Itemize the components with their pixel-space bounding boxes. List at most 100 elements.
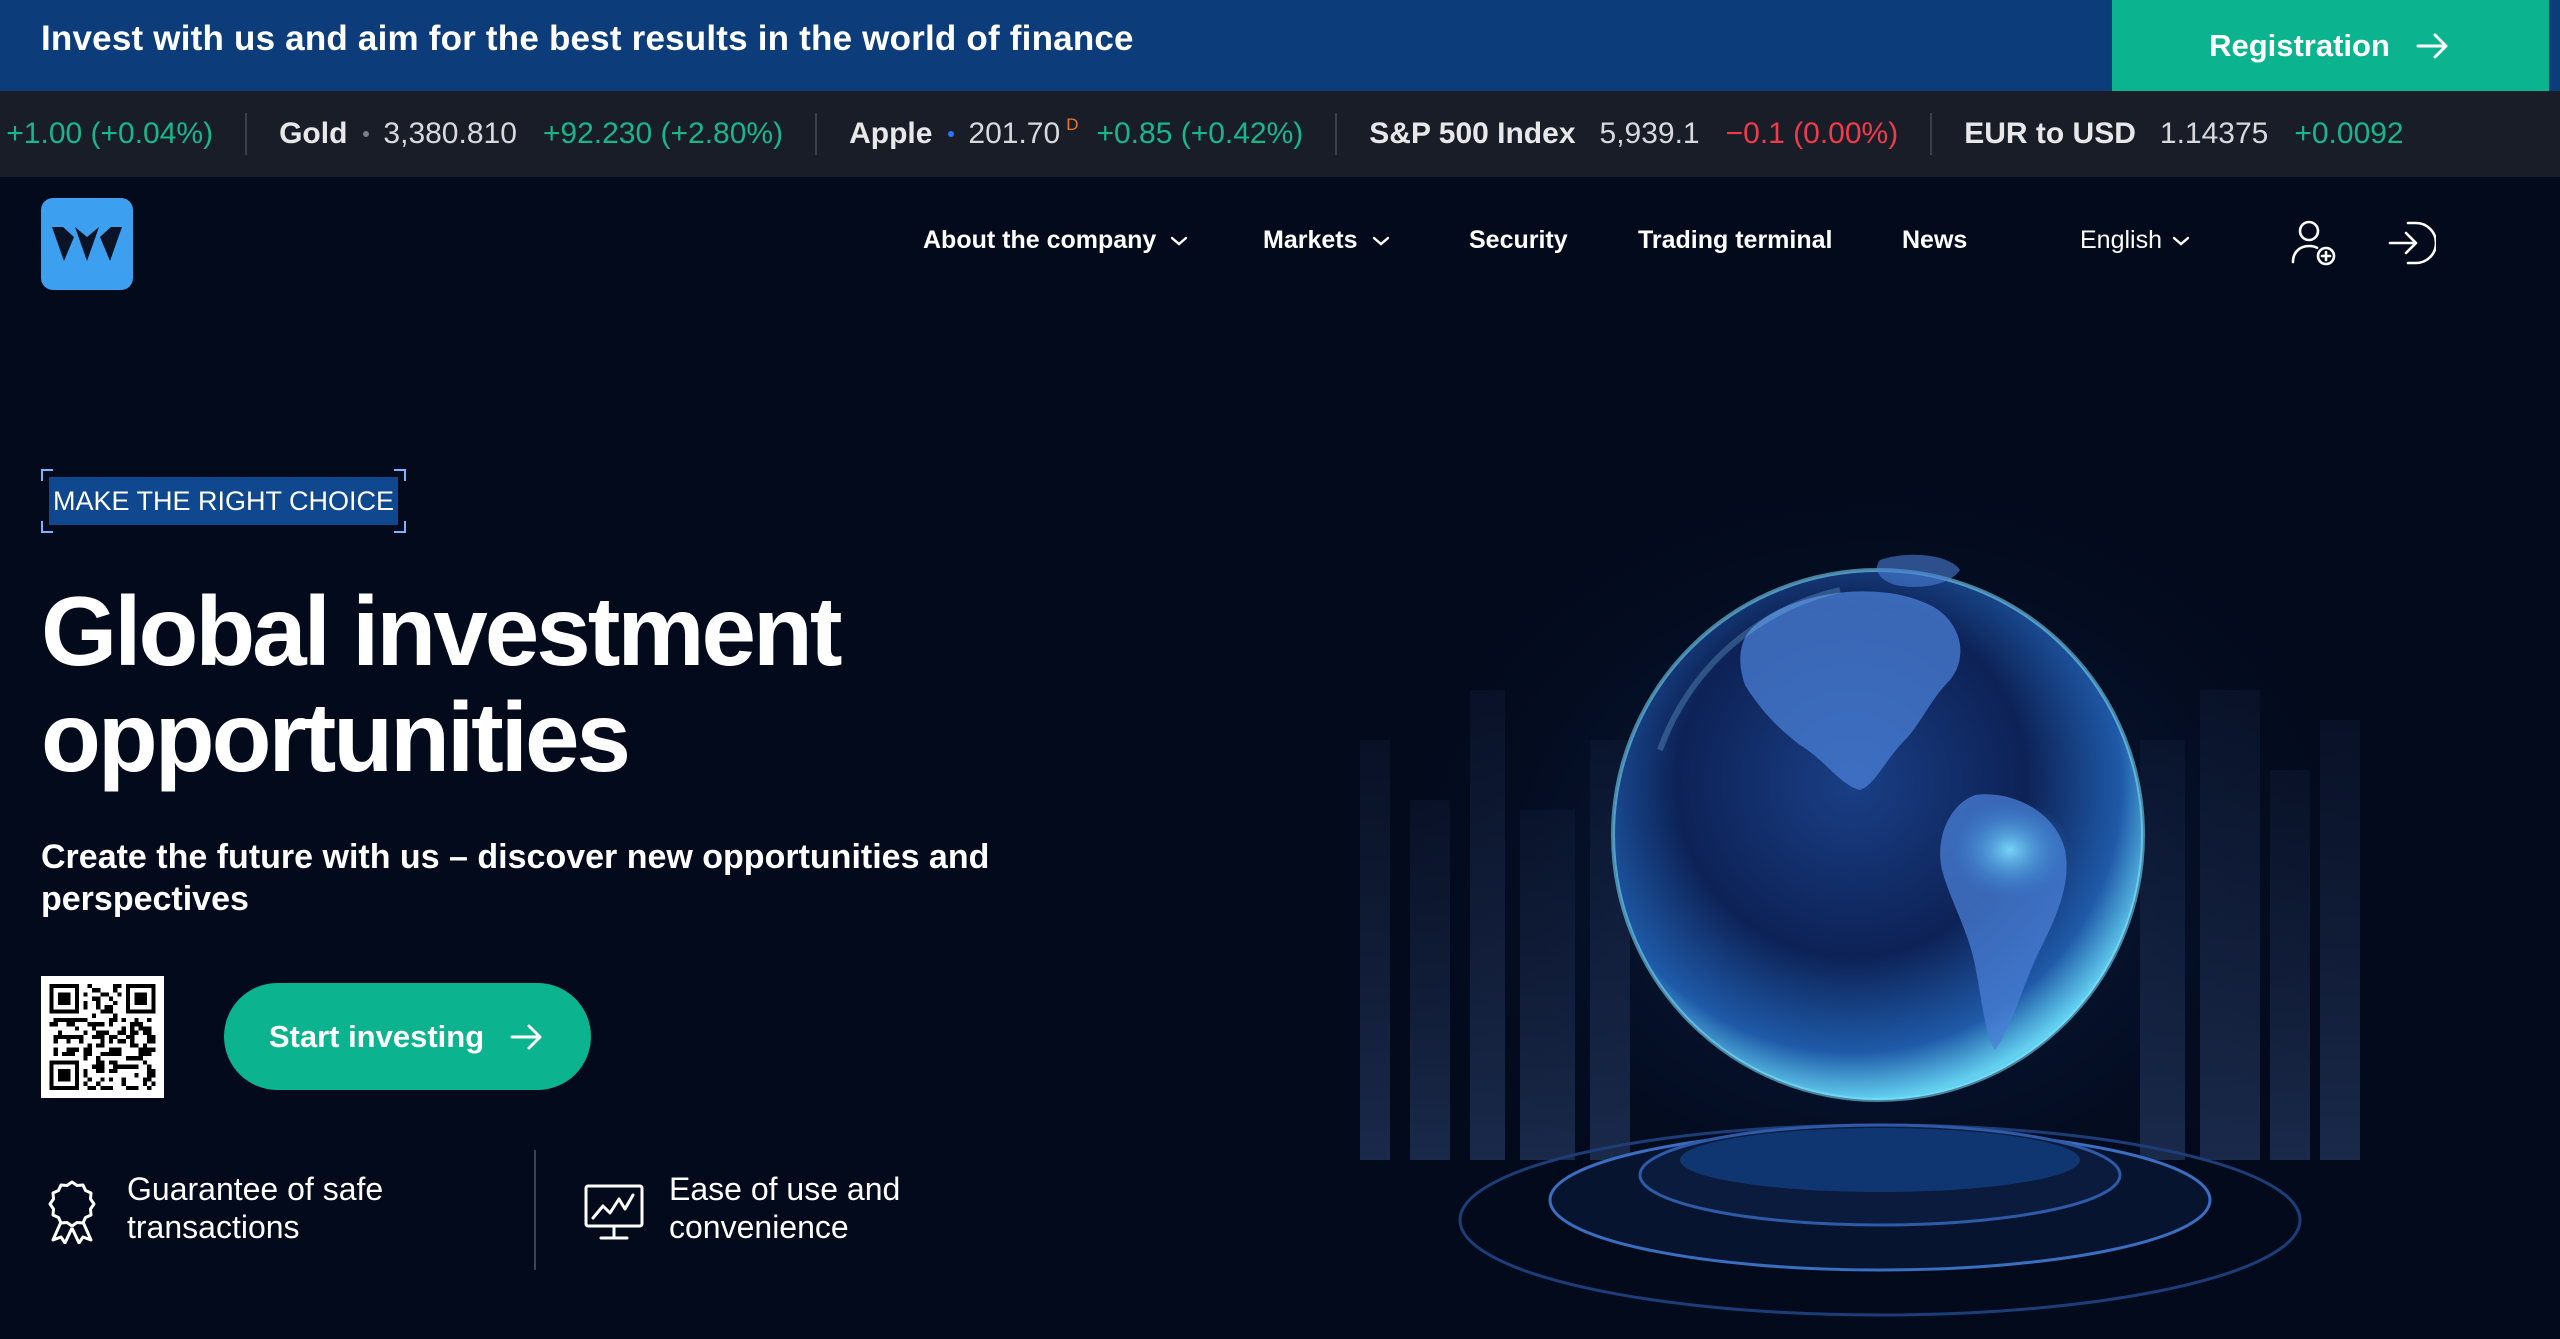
qr-module	[100, 1064, 105, 1069]
qr-module	[142, 1081, 148, 1086]
qr-module	[62, 1017, 67, 1023]
qr-module	[113, 1034, 118, 1040]
status-dot-icon	[363, 131, 370, 137]
ticker-item[interactable]: D +1.00 (+0.04%)	[0, 91, 245, 177]
qr-module	[134, 1030, 139, 1035]
qr-module	[100, 992, 105, 997]
qr-module	[113, 1060, 118, 1065]
qr-module	[113, 1000, 118, 1006]
ticker-item[interactable]: EUR to USD 1.14375 +0.0092	[1932, 91, 2435, 177]
qr-module	[147, 1039, 152, 1044]
qr-module	[87, 1022, 92, 1027]
qr-module	[108, 1068, 114, 1074]
add-user-icon[interactable]	[2288, 218, 2338, 268]
nav-trading-terminal[interactable]: Trading terminal	[1638, 226, 1832, 255]
qr-module	[83, 1005, 88, 1010]
qr-module	[62, 1051, 67, 1057]
nav-news[interactable]: News	[1902, 226, 1967, 255]
qr-module	[134, 992, 148, 1006]
qr-module	[130, 1043, 135, 1048]
qr-module	[108, 1009, 114, 1014]
qr-module	[134, 1073, 139, 1078]
nav-security[interactable]: Security	[1469, 226, 1568, 255]
ticker-price: 1.14375	[2159, 117, 2269, 150]
qr-module	[91, 996, 97, 1001]
registration-button[interactable]: Registration	[2112, 0, 2549, 91]
qr-module	[130, 1022, 135, 1027]
nav-about[interactable]: About the company	[923, 226, 1188, 255]
qr-module	[108, 1039, 114, 1044]
ticker-item[interactable]: Apple 201.70 D +0.85 (+0.42%)	[817, 91, 1335, 177]
brand-logo[interactable]	[41, 198, 133, 290]
qr-module	[49, 1022, 54, 1027]
qr-module	[74, 1034, 80, 1040]
login-icon[interactable]	[2386, 218, 2436, 268]
qr-module	[138, 1022, 143, 1027]
qr-module	[79, 1039, 84, 1044]
qr-module	[104, 1030, 109, 1035]
qr-module	[91, 988, 97, 993]
qr-module	[91, 1022, 97, 1027]
qr-module	[66, 1051, 71, 1057]
qr-module	[147, 1077, 152, 1082]
arrow-right-icon	[2416, 33, 2448, 58]
ticker-name: EUR to USD	[1964, 117, 2136, 150]
qr-module	[117, 984, 122, 989]
qr-module	[130, 1056, 135, 1061]
pedestal-glow	[1680, 1128, 2080, 1192]
qr-module	[53, 1047, 58, 1052]
start-investing-button[interactable]: Start investing	[224, 983, 591, 1090]
qr-module	[100, 1030, 105, 1035]
qr-module	[142, 1060, 148, 1065]
qr-module	[83, 1051, 88, 1057]
qr-module	[147, 1026, 152, 1031]
chart-monitor-icon	[584, 1184, 644, 1240]
qr-module	[96, 1000, 101, 1006]
qr-module	[130, 1039, 135, 1044]
qr-module	[142, 1047, 148, 1052]
nav-markets[interactable]: Markets	[1263, 226, 1390, 255]
feature-text: Ease of use and convenience	[669, 1170, 900, 1246]
qr-module	[100, 1051, 105, 1057]
qr-module	[96, 1030, 101, 1035]
qr-module	[117, 992, 122, 997]
start-investing-label: Start investing	[268, 1018, 485, 1054]
building	[2140, 740, 2185, 1160]
qr-module	[70, 1051, 75, 1057]
qr-module	[147, 1073, 152, 1078]
qr-module	[113, 1064, 118, 1069]
qr-module	[147, 1017, 152, 1023]
qr-module	[121, 1026, 126, 1031]
qr-module	[130, 1085, 135, 1090]
qr-module	[100, 1022, 105, 1027]
qr-module	[117, 1047, 122, 1052]
qr-module	[121, 1077, 126, 1082]
ticker-name: S&P 500 Index	[1369, 117, 1576, 150]
language-label: English	[2080, 226, 2162, 254]
qr-module	[121, 1081, 126, 1086]
language-selector[interactable]: English	[2080, 226, 2190, 255]
qr-module	[138, 1056, 143, 1061]
hero-tag-label: MAKE THE RIGHT CHOICE	[49, 477, 398, 525]
qr-module	[117, 1051, 122, 1057]
qr-module	[62, 1034, 67, 1040]
qr-module	[151, 1073, 156, 1078]
qr-module	[100, 1077, 105, 1082]
qr-module	[142, 1030, 148, 1035]
ticker-item[interactable]: S&P 500 Index 5,939.1 −0.1 (0.00%)	[1337, 91, 1930, 177]
hero-title-line: opportunities	[41, 682, 631, 792]
hero-title: Global investment opportunities	[41, 578, 1041, 790]
market-ticker: D +1.00 (+0.04%) Gold 3,380.810 +92.230 …	[0, 91, 2560, 177]
qr-module	[138, 1051, 143, 1057]
chevron-down-icon	[2172, 236, 2190, 246]
ticker-change: +0.85 (+0.42%)	[1096, 117, 1304, 150]
qr-module	[96, 1034, 101, 1040]
qr-module	[108, 1077, 114, 1082]
ticker-item[interactable]: Gold 3,380.810 +92.230 (+2.80%)	[247, 91, 815, 177]
qr-module	[96, 1068, 101, 1074]
feature-divider	[534, 1150, 536, 1270]
feature-text-line: transactions	[127, 1209, 300, 1245]
qr-module	[134, 1017, 139, 1023]
qr-module	[147, 1064, 152, 1069]
qr-module	[117, 1039, 122, 1044]
